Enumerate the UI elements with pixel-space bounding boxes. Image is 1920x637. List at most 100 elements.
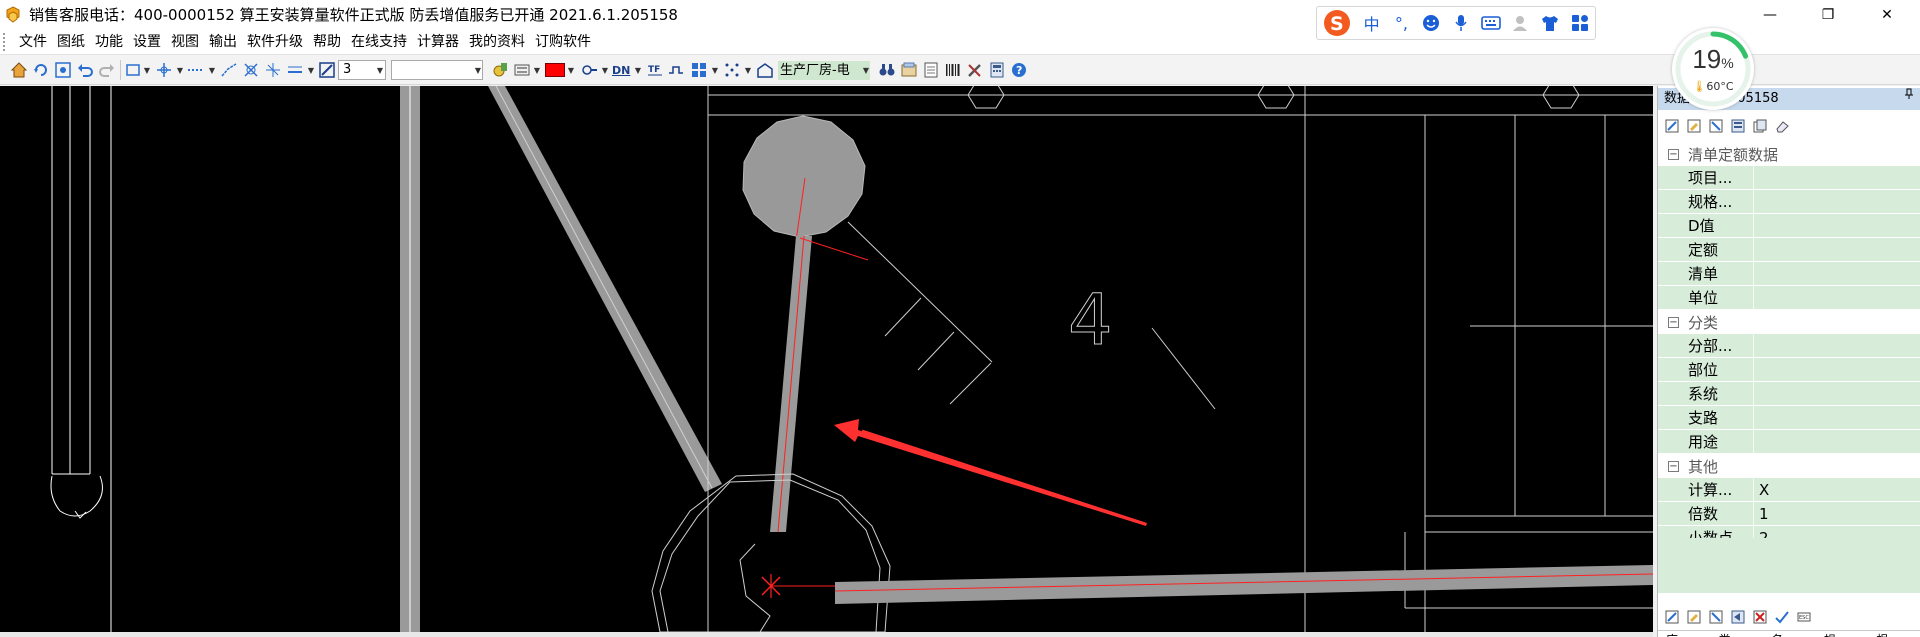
menu-order[interactable]: 订购软件 — [530, 31, 596, 53]
new-item-icon[interactable] — [1664, 609, 1680, 625]
property-row[interactable]: 部位 — [1658, 358, 1920, 382]
menu-drawing[interactable]: 图纸 — [52, 31, 90, 53]
ime-punctuation-button[interactable]: °, — [1387, 8, 1417, 38]
chevron-down-icon[interactable]: ▼ — [208, 60, 216, 80]
refresh-icon[interactable] — [32, 60, 50, 80]
ime-emoji-icon[interactable] — [1416, 8, 1446, 38]
sogou-logo-icon[interactable]: S — [1317, 6, 1357, 40]
collapse-icon[interactable]: − — [1668, 148, 1679, 160]
menu-online-support[interactable]: 在线支持 — [346, 31, 412, 53]
property-row[interactable]: 支路 — [1658, 406, 1920, 430]
chevron-down-icon[interactable]: ▼ — [376, 60, 384, 80]
menu-file[interactable]: 文件 — [14, 31, 52, 53]
property-row[interactable]: 计算... X — [1658, 478, 1920, 502]
properties-icon[interactable] — [900, 60, 918, 80]
menu-output[interactable]: 输出 — [204, 31, 242, 53]
close-button[interactable]: ✕ — [1864, 0, 1910, 29]
bridge-icon[interactable] — [667, 60, 685, 80]
property-row[interactable]: 倍数 1 — [1658, 502, 1920, 526]
property-value[interactable] — [1754, 382, 1920, 405]
property-value[interactable] — [1754, 406, 1920, 429]
ime-user-icon[interactable] — [1506, 8, 1536, 38]
property-value[interactable] — [1754, 214, 1920, 237]
property-value[interactable] — [1754, 190, 1920, 213]
property-value[interactable] — [1754, 334, 1920, 357]
text-icon[interactable]: TF — [646, 60, 664, 80]
minimize-button[interactable]: — — [1747, 0, 1793, 29]
menu-settings[interactable]: 设置 — [128, 31, 166, 53]
eraser-icon[interactable] — [1774, 118, 1790, 134]
cad-drawing[interactable]: 4 — [0, 86, 1653, 632]
chevron-down-icon[interactable]: ▼ — [307, 60, 315, 80]
import-icon[interactable] — [1730, 609, 1746, 625]
property-row[interactable]: 用途 — [1658, 430, 1920, 454]
group-header-other[interactable]: − 其他 — [1658, 454, 1920, 478]
binoculars-icon[interactable] — [878, 60, 896, 80]
copy-item-icon[interactable] — [1752, 118, 1768, 134]
column-header[interactable]: 根数 — [1868, 631, 1891, 637]
chevron-down-icon[interactable]: ▼ — [567, 60, 575, 80]
property-value[interactable] — [1754, 286, 1920, 309]
chevron-down-icon[interactable]: ▼ — [744, 60, 752, 80]
help-icon[interactable]: ? — [1010, 60, 1028, 80]
column-header[interactable]: 规格 — [1816, 631, 1839, 637]
edit-item-icon[interactable] — [1686, 118, 1702, 134]
building-icon[interactable] — [756, 60, 774, 80]
document-icon[interactable] — [922, 60, 940, 80]
layer-combo[interactable] — [391, 60, 483, 80]
property-row[interactable]: D值 — [1658, 214, 1920, 238]
chevron-down-icon[interactable]: ▼ — [711, 60, 719, 80]
dn-button[interactable]: DN — [612, 60, 630, 80]
column-header[interactable]: 序号 — [1658, 631, 1681, 637]
edit-item-icon[interactable] — [1686, 609, 1702, 625]
pipe-fitting-icon[interactable] — [580, 60, 598, 80]
chevron-down-icon[interactable]: ▼ — [143, 60, 151, 80]
property-row[interactable]: 单位 — [1658, 286, 1920, 310]
tools-icon[interactable] — [966, 60, 984, 80]
grid-group-icon[interactable] — [690, 60, 708, 80]
color-swatch[interactable] — [545, 63, 565, 77]
chevron-down-icon[interactable]: ▼ — [601, 60, 609, 80]
barcode-icon[interactable] — [944, 60, 962, 80]
property-value[interactable]: X — [1754, 478, 1920, 501]
ime-microphone-icon[interactable] — [1446, 8, 1476, 38]
list-item-icon[interactable] — [1730, 118, 1746, 134]
performance-widget[interactable]: 19% 🌡60°C — [1672, 28, 1754, 110]
building-type-combo[interactable]: 生产厂房-电 — [778, 61, 870, 80]
intersect-icon[interactable] — [242, 60, 260, 80]
polyline-icon[interactable] — [220, 60, 238, 80]
property-value[interactable] — [1754, 262, 1920, 285]
menu-calculator[interactable]: 计算器 — [412, 31, 464, 53]
property-row[interactable]: 系统 — [1658, 382, 1920, 406]
restore-button[interactable]: ❐ — [1805, 0, 1851, 29]
menu-function[interactable]: 功能 — [90, 31, 128, 53]
property-value[interactable]: 1 — [1754, 502, 1920, 525]
dots-grid-icon[interactable] — [723, 60, 741, 80]
property-row[interactable]: 规格... — [1658, 190, 1920, 214]
check-icon[interactable] — [1774, 609, 1790, 625]
menu-upgrade[interactable]: 软件升级 — [242, 31, 308, 53]
chevron-down-icon[interactable]: ▼ — [634, 60, 642, 80]
rectangle-select-icon[interactable] — [124, 60, 142, 80]
new-item-icon[interactable] — [1664, 118, 1680, 134]
scale-icon[interactable] — [318, 60, 336, 80]
property-row[interactable]: 项目... — [1658, 166, 1920, 190]
menu-grip-handle[interactable] — [3, 32, 7, 51]
chevron-down-icon[interactable]: ▼ — [474, 60, 482, 80]
chevron-down-icon[interactable]: ▼ — [176, 60, 184, 80]
chevron-down-icon[interactable]: ▼ — [862, 60, 870, 80]
property-value[interactable] — [1754, 166, 1920, 189]
home-icon[interactable] — [10, 60, 28, 80]
group-header-quota[interactable]: − 清单定额数据 — [1658, 142, 1920, 166]
ime-skin-icon[interactable] — [1535, 8, 1565, 38]
ime-keyboard-icon[interactable] — [1476, 8, 1506, 38]
snap-cross-icon[interactable] — [155, 60, 173, 80]
property-value[interactable] — [1754, 358, 1920, 381]
dash-line-icon[interactable] — [187, 60, 205, 80]
apply-item-icon[interactable] — [1708, 118, 1724, 134]
menu-my-info[interactable]: 我的资料 — [464, 31, 530, 53]
zoom-extents-icon[interactable] — [54, 60, 72, 80]
undo-icon[interactable] — [76, 60, 94, 80]
ime-chinese-mode-button[interactable]: 中 — [1357, 8, 1387, 38]
chevron-down-icon[interactable]: ▼ — [533, 60, 541, 80]
